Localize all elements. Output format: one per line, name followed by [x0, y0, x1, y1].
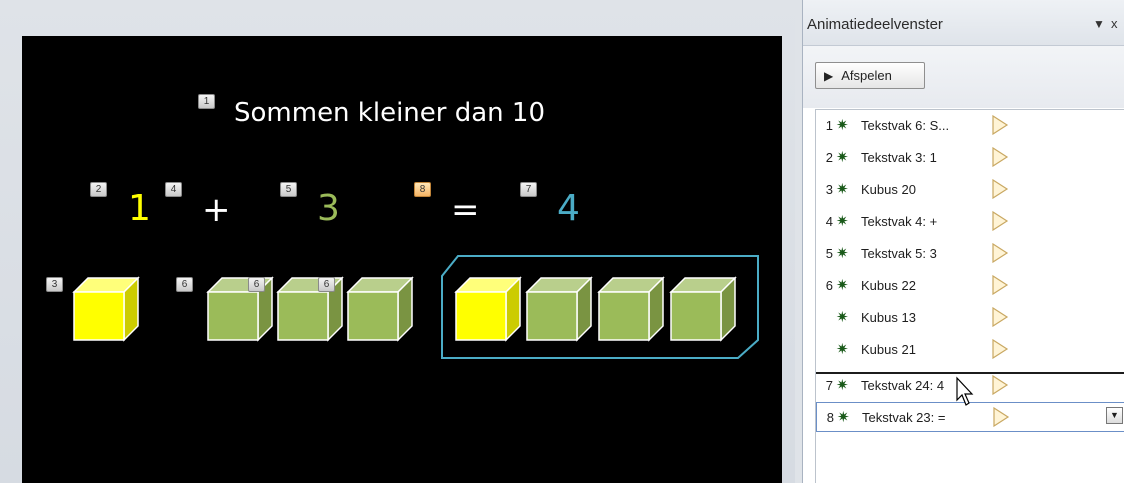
item-dropdown-button[interactable]: ▼	[1106, 407, 1123, 424]
equation-plus[interactable]: +	[202, 190, 231, 230]
entrance-effect-star-icon: ✷	[836, 309, 849, 326]
entrance-effect-star-icon: ✷	[836, 277, 849, 294]
timing-triangle-icon	[992, 115, 1009, 135]
animation-pane: Animatiedeelvenster ▼ x ▶ Afspelen 1 ✷ Tek…	[802, 0, 1124, 483]
pane-toolbar: ▶ Afspelen	[803, 46, 1124, 108]
cube-yellow-single[interactable]	[70, 274, 142, 344]
equation-number-3[interactable]: 3	[317, 188, 340, 229]
play-button-label: Afspelen	[841, 68, 892, 83]
timing-triangle-icon	[992, 307, 1009, 327]
entrance-effect-star-icon: ✷	[837, 409, 850, 426]
animation-tag-6-c[interactable]: 6	[318, 277, 335, 292]
animation-order-number: 7	[825, 377, 833, 393]
animation-list-item[interactable]: 1 ✷ Tekstvak 6: S...	[816, 110, 1124, 140]
entrance-effect-star-icon: ✷	[836, 377, 849, 394]
result-cube-green-3[interactable]	[667, 274, 739, 344]
animation-tag-6-b[interactable]: 6	[248, 277, 265, 292]
animation-item-label: Kubus 22	[861, 277, 916, 293]
close-icon[interactable]: x	[1111, 16, 1118, 31]
entrance-effect-star-icon: ✷	[836, 213, 849, 230]
timing-triangle-icon	[992, 243, 1009, 263]
entrance-effect-star-icon: ✷	[836, 117, 849, 134]
animation-order-number: 8	[826, 409, 834, 425]
timing-triangle-icon	[992, 275, 1009, 295]
animation-order-number: 4	[825, 213, 833, 229]
animation-item-label: Tekstvak 5: 3	[861, 245, 937, 261]
animation-tag-8[interactable]: 8	[414, 182, 431, 197]
cube-green-1[interactable]	[204, 274, 276, 344]
animation-tag-1[interactable]: 1	[198, 94, 215, 109]
animation-order-number: 5	[825, 245, 833, 261]
equation-equals[interactable]: =	[451, 190, 480, 230]
entrance-effect-star-icon: ✷	[836, 149, 849, 166]
animation-list-item[interactable]: 2 ✷ Tekstvak 3: 1	[816, 142, 1124, 172]
timing-triangle-icon	[993, 407, 1010, 427]
animation-tag-5[interactable]: 5	[280, 182, 297, 197]
result-cube-green-2[interactable]	[595, 274, 667, 344]
slide-title[interactable]: Sommen kleiner dan 10	[234, 98, 545, 128]
animation-tag-4[interactable]: 4	[165, 182, 182, 197]
animation-item-label: Kubus 21	[861, 341, 916, 357]
entrance-effect-star-icon: ✷	[836, 245, 849, 262]
animation-tag-2[interactable]: 2	[90, 182, 107, 197]
timing-triangle-icon	[992, 147, 1009, 167]
animation-item-label: Tekstvak 6: S...	[861, 117, 950, 133]
cube-green-3[interactable]	[344, 274, 416, 344]
slide-editor: 1 Sommen kleiner dan 10 2 1 4 + 5 3 8 = …	[0, 0, 795, 483]
entrance-effect-star-icon: ✷	[836, 181, 849, 198]
animation-list-item[interactable]: ✷ Kubus 21	[816, 334, 1124, 364]
animation-order-number: 6	[825, 277, 833, 293]
animation-item-label: Kubus 13	[861, 309, 916, 325]
pane-header: Animatiedeelvenster ▼ x	[803, 0, 1124, 46]
animation-tag-3[interactable]: 3	[46, 277, 63, 292]
animation-order-number: 3	[825, 181, 833, 197]
equation-result-4[interactable]: 4	[557, 188, 580, 229]
dropdown-triangle-icon[interactable]: ▼	[1093, 17, 1105, 31]
cube-green-2[interactable]	[274, 274, 346, 344]
timing-triangle-icon	[992, 375, 1009, 395]
animation-list[interactable]: 1 ✷ Tekstvak 6: S... 2 ✷ Tekstvak 3: 1 3 ✷ Kubus…	[815, 109, 1124, 483]
animation-order-number: 2	[825, 149, 833, 165]
play-icon: ▶	[824, 68, 834, 83]
play-button[interactable]: ▶ Afspelen	[815, 62, 925, 89]
animation-item-label: Tekstvak 3: 1	[861, 149, 937, 165]
mouse-cursor-icon	[956, 376, 974, 406]
timing-triangle-icon	[992, 179, 1009, 199]
animation-tag-7[interactable]: 7	[520, 182, 537, 197]
animation-list-item[interactable]: ✷ Kubus 13	[816, 302, 1124, 332]
entrance-effect-star-icon: ✷	[836, 341, 849, 358]
pane-title: Animatiedeelvenster	[807, 16, 943, 33]
animation-list-item[interactable]: 5 ✷ Tekstvak 5: 3	[816, 238, 1124, 268]
result-cube-green-1[interactable]	[523, 274, 595, 344]
animation-list-item[interactable]: 3 ✷ Kubus 20	[816, 174, 1124, 204]
animation-list-item[interactable]: 6 ✷ Kubus 22	[816, 270, 1124, 300]
slide-canvas[interactable]: 1 Sommen kleiner dan 10 2 1 4 + 5 3 8 = …	[22, 36, 782, 483]
equation-number-1[interactable]: 1	[128, 188, 151, 229]
animation-item-label: Tekstvak 4: +	[861, 213, 938, 229]
result-cube-yellow[interactable]	[452, 274, 524, 344]
animation-order-number: 1	[825, 117, 833, 133]
animation-item-label: Tekstvak 23: =	[862, 409, 946, 425]
animation-item-label: Kubus 20	[861, 181, 916, 197]
animation-list-item[interactable]: 4 ✷ Tekstvak 4: +	[816, 206, 1124, 236]
timing-triangle-icon	[992, 211, 1009, 231]
drag-insertion-line	[816, 372, 1124, 374]
animation-tag-6[interactable]: 6	[176, 277, 193, 292]
timing-triangle-icon	[992, 339, 1009, 359]
